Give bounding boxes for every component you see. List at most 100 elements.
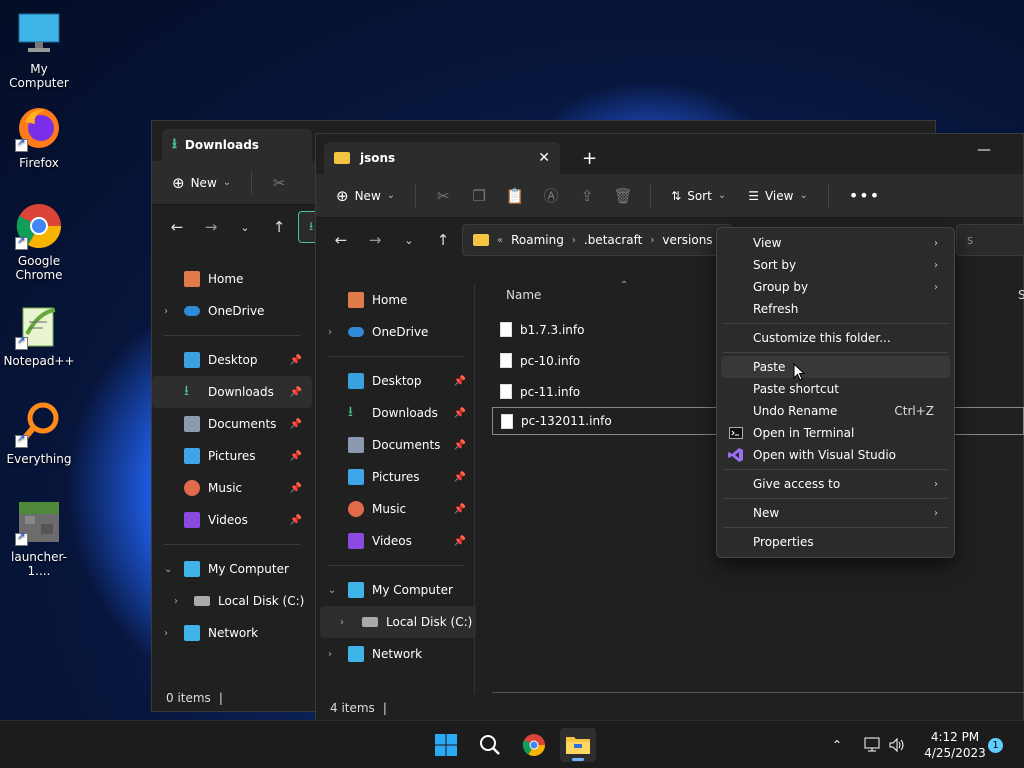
pin-icon[interactable]: 📌 [290, 515, 302, 526]
window-titlebar[interactable]: jsons ✕ + — [316, 134, 1023, 174]
new-tab-icon[interactable]: + [582, 148, 597, 169]
pin-icon[interactable]: 📌 [290, 483, 302, 494]
horizontal-scrollbar[interactable] [492, 692, 1024, 693]
delete-icon[interactable]: 🗑 [608, 182, 638, 210]
sidebar-item-home[interactable]: Home [316, 284, 476, 316]
sidebar-item-network[interactable]: › Network [316, 638, 476, 670]
pin-icon[interactable]: 📌 [454, 408, 466, 419]
forward-arrow-icon[interactable]: → [196, 213, 226, 241]
sidebar-item-pictures[interactable]: Pictures 📌 [152, 440, 312, 472]
sort-button[interactable]: ⇅ Sort ⌄ [663, 183, 734, 209]
search-button[interactable] [472, 728, 508, 762]
menu-item-open-visual-studio[interactable]: Open with Visual Studio [721, 444, 950, 466]
copy-icon[interactable]: ❐ [464, 182, 494, 210]
column-header-size[interactable]: S [1018, 288, 1024, 302]
pane-divider[interactable] [474, 284, 475, 694]
sidebar-item-home[interactable]: Home [152, 263, 312, 295]
expand-chevron-icon[interactable]: ⌄ [164, 564, 172, 575]
tray-overflow-icon[interactable]: ⌃ [832, 721, 842, 768]
sidebar-item-videos[interactable]: Videos 📌 [152, 504, 312, 536]
pin-icon[interactable]: 📌 [454, 440, 466, 451]
desktop-icon-firefox[interactable]: Firefox [0, 104, 78, 170]
desktop-icon-chrome[interactable]: Google Chrome [0, 202, 78, 282]
up-arrow-icon[interactable]: ↑ [264, 213, 294, 241]
breadcrumb-chevron-icon[interactable]: › [572, 235, 576, 246]
expand-chevron-icon[interactable]: › [164, 628, 168, 639]
view-button[interactable]: ☰ View ⌄ [740, 183, 816, 209]
cut-icon[interactable]: ✂ [264, 169, 294, 197]
pin-icon[interactable]: 📌 [290, 451, 302, 462]
sidebar-item-my-computer[interactable]: ⌄ My Computer [152, 553, 312, 585]
recent-chevron-icon[interactable]: ⌄ [394, 226, 424, 254]
sidebar-item-downloads[interactable]: ⭳ Downloads 📌 [152, 376, 312, 408]
sidebar-item-my-computer[interactable]: ⌄ My Computer [316, 574, 476, 606]
sidebar-item-music[interactable]: Music 📌 [152, 472, 312, 504]
taskbar-file-explorer[interactable] [560, 728, 596, 762]
search-input[interactable]: s [956, 224, 1024, 256]
breadcrumb-segment[interactable]: Roaming [511, 233, 564, 247]
sidebar-item-local-disk[interactable]: › Local Disk (C:) [320, 606, 476, 638]
breadcrumb-chevron-icon[interactable]: › [650, 235, 654, 246]
menu-item-group-by[interactable]: Group by › [721, 276, 950, 298]
sidebar-item-desktop[interactable]: Desktop 📌 [316, 365, 476, 397]
breadcrumb-overflow[interactable]: « [497, 235, 503, 246]
sidebar-item-documents[interactable]: Documents 📌 [316, 429, 476, 461]
recent-chevron-icon[interactable]: ⌄ [230, 213, 260, 241]
more-options-icon[interactable]: ••• [841, 180, 888, 211]
pin-icon[interactable]: 📌 [290, 387, 302, 398]
sidebar-item-desktop[interactable]: Desktop 📌 [152, 344, 312, 376]
sidebar-item-local-disk[interactable]: › Local Disk (C:) [152, 585, 312, 617]
pin-icon[interactable]: 📌 [454, 472, 466, 483]
menu-item-new[interactable]: New › [721, 502, 950, 524]
new-button[interactable]: ⊕ New ⌄ [164, 168, 239, 198]
expand-chevron-icon[interactable]: › [164, 306, 168, 317]
notification-center[interactable]: 1 [988, 721, 1003, 768]
network-status-icon[interactable] [864, 721, 882, 768]
start-button[interactable] [428, 728, 464, 762]
expand-chevron-icon[interactable]: ⌄ [328, 585, 336, 596]
minimize-icon[interactable]: — [977, 142, 991, 158]
menu-item-undo-rename[interactable]: Undo Rename Ctrl+Z [721, 400, 950, 422]
forward-arrow-icon[interactable]: → [360, 226, 390, 254]
column-header-name[interactable]: Name [506, 288, 541, 302]
sidebar-item-documents[interactable]: Documents 📌 [152, 408, 312, 440]
menu-item-view[interactable]: View › [721, 232, 950, 254]
tab-downloads[interactable]: ⭳ Downloads [162, 129, 312, 161]
share-icon[interactable]: ⇪ [572, 182, 602, 210]
pin-icon[interactable]: 📌 [454, 536, 466, 547]
close-tab-icon[interactable]: ✕ [538, 150, 550, 166]
new-button[interactable]: ⊕ New ⌄ [328, 181, 403, 211]
menu-item-open-terminal[interactable]: Open in Terminal [721, 422, 950, 444]
menu-item-give-access[interactable]: Give access to › [721, 473, 950, 495]
sidebar-item-pictures[interactable]: Pictures 📌 [316, 461, 476, 493]
expand-chevron-icon[interactable]: › [328, 649, 332, 660]
volume-icon[interactable] [888, 721, 906, 768]
pin-icon[interactable]: 📌 [454, 376, 466, 387]
expand-chevron-icon[interactable]: › [328, 327, 332, 338]
menu-item-paste[interactable]: Paste [721, 356, 950, 378]
address-bar[interactable]: « Roaming › .betacraft › versions › js [462, 224, 732, 256]
sidebar-item-downloads[interactable]: ⭳ Downloads 📌 [316, 397, 476, 429]
menu-item-customize-folder[interactable]: Customize this folder... [721, 327, 950, 349]
menu-item-paste-shortcut[interactable]: Paste shortcut [721, 378, 950, 400]
sidebar-item-network[interactable]: › Network [152, 617, 312, 649]
pin-icon[interactable]: 📌 [290, 419, 302, 430]
sidebar-item-onedrive[interactable]: › OneDrive [152, 295, 312, 327]
menu-item-properties[interactable]: Properties [721, 531, 950, 553]
desktop-icon-launcher[interactable]: launcher-1.... [0, 498, 78, 578]
back-arrow-icon[interactable]: ← [162, 213, 192, 241]
pin-icon[interactable]: 📌 [290, 355, 302, 366]
expand-chevron-icon[interactable]: › [174, 596, 178, 607]
desktop-icon-my-computer[interactable]: My Computer [0, 10, 78, 90]
taskbar-chrome[interactable] [516, 728, 552, 762]
cut-icon[interactable]: ✂ [428, 182, 458, 210]
back-arrow-icon[interactable]: ← [326, 226, 356, 254]
sidebar-item-videos[interactable]: Videos 📌 [316, 525, 476, 557]
clock[interactable]: 4:12 PM 4/25/2023 [916, 721, 994, 768]
sidebar-item-music[interactable]: Music 📌 [316, 493, 476, 525]
pin-icon[interactable]: 📌 [454, 504, 466, 515]
rename-icon[interactable]: Ⓐ [536, 182, 566, 210]
menu-item-sort-by[interactable]: Sort by › [721, 254, 950, 276]
expand-chevron-icon[interactable]: › [340, 617, 344, 628]
breadcrumb-segment[interactable]: versions [662, 233, 712, 247]
